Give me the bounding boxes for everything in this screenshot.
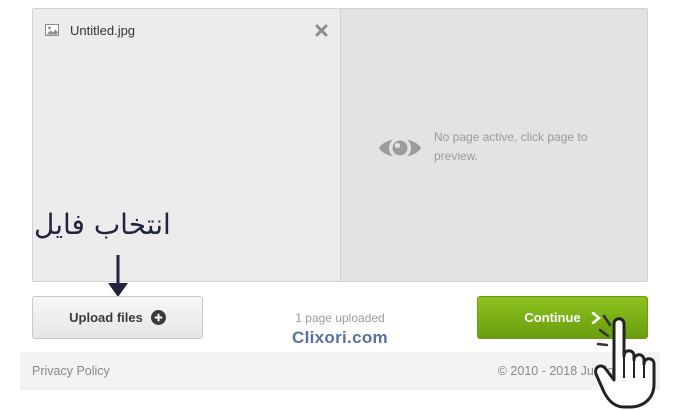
close-icon[interactable]: [315, 24, 328, 37]
file-name: Untitled.jpg: [70, 23, 136, 38]
upload-status: 1 page uploaded: [295, 311, 385, 325]
privacy-policy-link[interactable]: Privacy Policy: [32, 364, 110, 378]
hand-cursor-icon: [594, 314, 656, 409]
arrow-down-icon: [108, 255, 128, 297]
continue-label: Continue: [524, 310, 581, 325]
footer: Privacy Policy © 2010 - 2018 Jumio Corp.: [20, 352, 660, 390]
preview-area: No page active, click page to preview.: [341, 9, 647, 281]
file-item[interactable]: Untitled.jpg: [43, 21, 330, 41]
preview-message: No page active, click page to preview.: [434, 130, 588, 163]
annotation-text: انتخاب فایل: [34, 208, 171, 241]
image-icon: [45, 24, 59, 36]
upload-files-label: Upload files: [69, 310, 143, 325]
upload-files-button[interactable]: Upload files: [32, 296, 203, 339]
plus-circle-icon: [150, 310, 166, 325]
eye-icon: [379, 137, 421, 159]
watermark: Clixori.com: [292, 328, 388, 347]
